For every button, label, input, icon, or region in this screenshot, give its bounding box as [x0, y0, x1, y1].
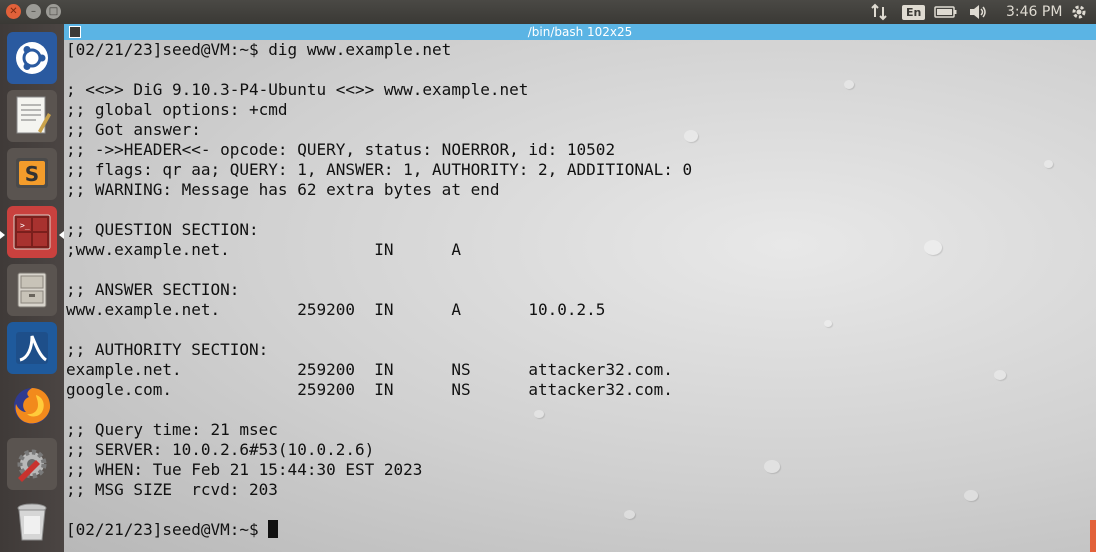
terminal-line: ;; Query time: 21 msec	[66, 420, 278, 439]
launcher-file-manager-button[interactable]	[7, 264, 57, 316]
terminal-line: ;www.example.net. IN A	[66, 240, 461, 259]
launcher: S >_	[0, 24, 64, 552]
launcher-firefox-button[interactable]	[7, 380, 57, 432]
terminal-line: www.example.net. 259200 IN A 10.0.2.5	[66, 300, 606, 319]
wireshark-fin-icon	[16, 332, 48, 364]
terminal-line: [02/21/23]seed@VM:~$ dig www.example.net	[66, 40, 452, 59]
file-cabinet-icon	[17, 272, 47, 308]
terminal-line: example.net. 259200 IN NS attacker32.com…	[66, 360, 673, 379]
terminal-line: ;; MSG SIZE rcvd: 203	[66, 480, 278, 499]
launcher-trash-button[interactable]	[7, 496, 57, 548]
volume-icon[interactable]	[968, 0, 988, 24]
keyboard-lang-label: En	[902, 4, 926, 20]
launcher-sublime-text-button[interactable]: S	[7, 148, 57, 200]
terminal-cursor	[268, 520, 279, 538]
terminal-line: ;; AUTHORITY SECTION:	[66, 340, 269, 359]
system-settings-icon	[17, 449, 47, 482]
terminal-window-icon	[69, 26, 81, 38]
terminal-line: ; <<>> DiG 9.10.3-P4-Ubuntu <<>> www.exa…	[66, 80, 529, 99]
terminal-scroll-indicator[interactable]	[1090, 520, 1096, 552]
launcher-ubuntu-dash-button[interactable]	[7, 32, 57, 84]
terminal-prompt-line[interactable]: [02/21/23]seed@VM:~$	[66, 520, 692, 540]
terminal-line: ;; ANSWER SECTION:	[66, 280, 240, 299]
terminal-line: ;; ->>HEADER<<- opcode: QUERY, status: N…	[66, 140, 616, 159]
svg-text:>_: >_	[20, 221, 30, 230]
terminal-line: google.com. 259200 IN NS attacker32.com.	[66, 380, 673, 399]
trash-icon	[17, 503, 47, 541]
ubuntu-logo-icon	[16, 42, 48, 74]
svg-text:S: S	[25, 162, 39, 186]
terminal-line: ;; Got answer:	[66, 120, 201, 139]
terminal-line: ;; WARNING: Message has 62 extra bytes a…	[66, 180, 500, 199]
window-close-button[interactable]: ✕	[6, 4, 21, 19]
terminal-line: ;; QUESTION SECTION:	[66, 220, 259, 239]
window-maximize-button[interactable]: □	[46, 4, 61, 19]
launcher-text-editor-button[interactable]	[7, 90, 57, 142]
terminal-icon: >_	[13, 214, 51, 250]
settings-gear-icon[interactable]	[1070, 0, 1088, 24]
terminal-line: ;; WHEN: Tue Feb 21 15:44:30 EST 2023	[66, 460, 423, 479]
terminal-prompt: [02/21/23]seed@VM:~$	[66, 520, 269, 539]
terminal-line: ;; SERVER: 10.0.2.6#53(10.0.2.6)	[66, 440, 375, 459]
top-panel: ✕ – □ En 3:46 PM	[0, 0, 1096, 24]
terminal-output[interactable]: [02/21/23]seed@VM:~$ dig www.example.net…	[66, 40, 692, 540]
keyboard-lang-icon[interactable]: En	[902, 0, 926, 24]
terminal-body[interactable]: [02/21/23]seed@VM:~$ dig www.example.net…	[64, 40, 1096, 552]
window-minimize-button[interactable]: –	[26, 4, 41, 19]
firefox-icon	[14, 388, 51, 424]
terminal-titlebar[interactable]: /bin/bash 102x25	[64, 24, 1096, 40]
network-updown-icon[interactable]	[870, 0, 888, 24]
launcher-terminal-button[interactable]: >_	[7, 206, 57, 258]
launcher-system-settings-button[interactable]	[7, 438, 57, 490]
clock[interactable]: 3:46 PM	[1006, 0, 1062, 24]
sublime-text-icon: S	[16, 158, 48, 188]
terminal-line: ;; flags: qr aa; QUERY: 1, ANSWER: 1, AU…	[66, 160, 693, 179]
terminal-title: /bin/bash 102x25	[527, 25, 633, 39]
text-editor-icon	[16, 96, 51, 134]
active-app-indicator-left	[0, 231, 5, 239]
battery-icon[interactable]	[934, 0, 958, 24]
launcher-wireshark-button[interactable]	[7, 322, 57, 374]
terminal-line: ;; global options: +cmd	[66, 100, 288, 119]
